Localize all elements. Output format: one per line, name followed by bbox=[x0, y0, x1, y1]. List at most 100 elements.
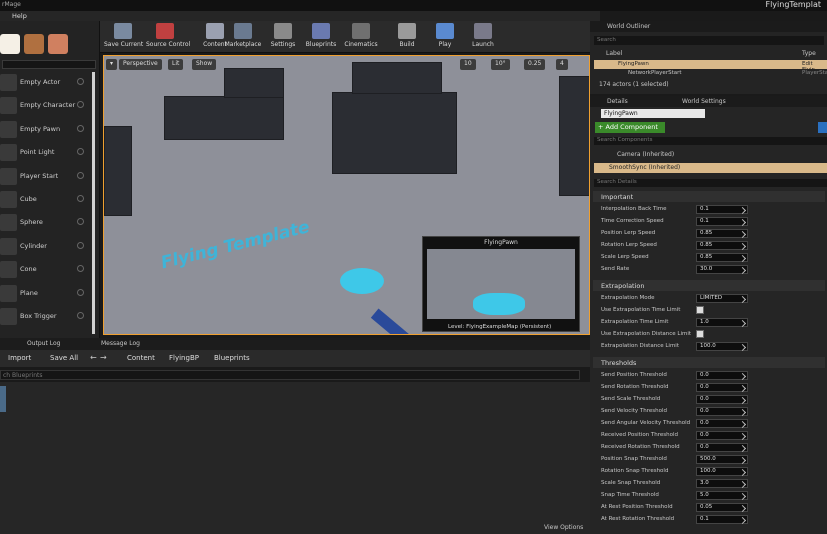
tab-details[interactable]: Details bbox=[607, 98, 628, 105]
property-value-field[interactable]: 0.0 bbox=[696, 407, 748, 416]
info-icon[interactable] bbox=[77, 101, 84, 109]
property-value-field[interactable]: 3.0 bbox=[696, 479, 748, 488]
place-item-cube[interactable]: Cube bbox=[0, 189, 96, 211]
property-value-field[interactable]: 0.1 bbox=[696, 205, 748, 214]
grid-size-button[interactable]: 10 bbox=[460, 59, 476, 70]
info-icon[interactable] bbox=[77, 241, 84, 249]
component-smoothsync[interactable]: SmoothSync (Inherited) bbox=[594, 163, 827, 173]
section-extrapolation[interactable]: Extrapolation bbox=[593, 280, 825, 291]
view-options-button[interactable]: View Options bbox=[544, 524, 583, 531]
toolbar-settings-button[interactable]: Settings bbox=[264, 23, 302, 51]
place-item-cylinder[interactable]: Cylinder bbox=[0, 236, 96, 258]
property-value-field[interactable]: 5.0 bbox=[696, 491, 748, 500]
show-button[interactable]: Show bbox=[192, 59, 217, 70]
forward-icon[interactable]: → bbox=[100, 353, 107, 362]
info-icon[interactable] bbox=[77, 218, 84, 226]
import-button[interactable]: Import bbox=[8, 354, 31, 362]
property-value-field[interactable]: 0.0 bbox=[696, 419, 748, 428]
content-search-input[interactable]: ch Blueprints bbox=[0, 370, 580, 380]
property-value-field[interactable]: 1.0 bbox=[696, 318, 748, 327]
property-value-field[interactable]: 0.0 bbox=[696, 383, 748, 392]
property-value-field[interactable]: 0.1 bbox=[696, 515, 748, 524]
crumb-content[interactable]: Content bbox=[127, 354, 155, 362]
scale-snap-button[interactable]: 0.25 bbox=[524, 59, 546, 70]
place-item-plane[interactable]: Plane bbox=[0, 283, 96, 305]
toolbar-cinematics-button[interactable]: Cinematics bbox=[342, 23, 380, 51]
info-icon[interactable] bbox=[77, 312, 84, 319]
pawn-gizmo[interactable] bbox=[370, 308, 410, 334]
place-item-point-light[interactable]: Point Light bbox=[0, 142, 96, 164]
tab-world-settings[interactable]: World Settings bbox=[682, 98, 726, 105]
property-value-field[interactable]: LIMITED bbox=[696, 294, 748, 303]
property-value-field[interactable]: 0.1 bbox=[696, 217, 748, 226]
toolbar-marketplace-button[interactable]: Marketplace bbox=[224, 23, 262, 51]
info-icon[interactable] bbox=[77, 78, 84, 85]
property-value-field[interactable]: 30.0 bbox=[696, 265, 748, 274]
property-value-field[interactable]: 0.85 bbox=[696, 241, 748, 250]
toolbar-launch-button[interactable]: Launch bbox=[464, 23, 502, 51]
toolbar-source-control-button[interactable]: Source Control bbox=[146, 23, 190, 51]
component-camera[interactable]: Camera (Inherited) bbox=[617, 151, 674, 158]
outliner-row[interactable]: NetworkPlayerStart PlayerSta bbox=[594, 69, 827, 78]
crumb-blueprints[interactable]: Blueprints bbox=[214, 354, 250, 362]
property-checkbox[interactable] bbox=[696, 330, 704, 338]
save-all-button[interactable]: Save All bbox=[50, 354, 78, 362]
tab-message-log[interactable]: Message Log bbox=[101, 340, 140, 347]
toolbar-save-current-button[interactable]: Save Current bbox=[104, 23, 143, 51]
column-label[interactable]: Label bbox=[606, 50, 622, 57]
rotation-snap-button[interactable]: 10° bbox=[491, 59, 510, 70]
place-item-box-trigger[interactable]: Box Trigger bbox=[0, 306, 96, 328]
toolbar-play-button[interactable]: Play bbox=[426, 23, 464, 51]
components-search-input[interactable]: Search Components bbox=[594, 137, 827, 145]
property-value-field[interactable]: 0.85 bbox=[696, 229, 748, 238]
info-icon[interactable] bbox=[77, 148, 84, 156]
outliner-row-selected[interactable]: FlyingPawn Edit Flyin bbox=[594, 60, 827, 73]
paint-mode-icon[interactable] bbox=[24, 34, 44, 54]
tab-world-outliner[interactable]: World Outliner bbox=[607, 23, 650, 30]
lit-button[interactable]: Lit bbox=[168, 59, 184, 70]
details-search-input[interactable]: Search Details bbox=[594, 179, 827, 187]
place-item-empty-actor[interactable]: Empty Actor bbox=[0, 72, 96, 94]
toolbar-blueprints-button[interactable]: Blueprints bbox=[302, 23, 340, 51]
flying-pawn[interactable] bbox=[340, 268, 384, 294]
tab-output-log[interactable]: Output Log bbox=[27, 340, 60, 347]
info-icon[interactable] bbox=[77, 124, 84, 132]
section-thresholds[interactable]: Thresholds bbox=[593, 357, 825, 368]
asset-thumbnail[interactable] bbox=[0, 386, 6, 412]
modes-scrollbar[interactable] bbox=[92, 72, 95, 334]
property-value-field[interactable]: 500.0 bbox=[696, 455, 748, 464]
back-icon[interactable]: ← bbox=[90, 353, 97, 362]
place-item-sphere[interactable]: Sphere bbox=[0, 212, 96, 234]
place-mode-icon[interactable] bbox=[0, 34, 20, 54]
place-item-empty-character[interactable]: Empty Character bbox=[0, 95, 96, 117]
column-type[interactable]: Type bbox=[802, 50, 816, 57]
actor-name-field[interactable]: FlyingPawn bbox=[601, 109, 705, 118]
blueprint-button[interactable] bbox=[818, 122, 827, 133]
place-search-input[interactable] bbox=[2, 60, 96, 69]
place-item-player-start[interactable]: Player Start bbox=[0, 166, 96, 188]
camera-speed-button[interactable]: 4 bbox=[556, 59, 568, 70]
info-icon[interactable] bbox=[77, 265, 84, 273]
level-viewport[interactable]: Flying Template ▾ Perspective Lit Show 1… bbox=[103, 55, 590, 335]
place-item-empty-pawn[interactable]: Empty Pawn bbox=[0, 119, 96, 141]
landscape-mode-icon[interactable] bbox=[48, 34, 68, 54]
property-value-field[interactable]: 0.0 bbox=[696, 431, 748, 440]
property-value-field[interactable]: 0.0 bbox=[696, 371, 748, 380]
outliner-search-input[interactable]: Search bbox=[594, 36, 824, 45]
add-component-button[interactable]: + Add Component bbox=[595, 122, 665, 133]
place-item-cone[interactable]: Cone bbox=[0, 259, 96, 281]
property-value-field[interactable]: 0.0 bbox=[696, 443, 748, 452]
property-checkbox[interactable] bbox=[696, 306, 704, 314]
menu-help[interactable]: Help bbox=[12, 12, 27, 20]
crumb-flyingbp[interactable]: FlyingBP bbox=[169, 354, 199, 362]
perspective-button[interactable]: Perspective bbox=[119, 59, 162, 70]
info-icon[interactable] bbox=[77, 195, 84, 202]
property-value-field[interactable]: 100.0 bbox=[696, 342, 748, 351]
section-important[interactable]: Important bbox=[593, 191, 825, 202]
property-value-field[interactable]: 0.0 bbox=[696, 395, 748, 404]
info-icon[interactable] bbox=[77, 288, 84, 296]
info-icon[interactable] bbox=[77, 171, 84, 179]
viewport-menu-button[interactable]: ▾ bbox=[106, 59, 118, 70]
property-value-field[interactable]: 0.05 bbox=[696, 503, 748, 512]
property-value-field[interactable]: 0.85 bbox=[696, 253, 748, 262]
